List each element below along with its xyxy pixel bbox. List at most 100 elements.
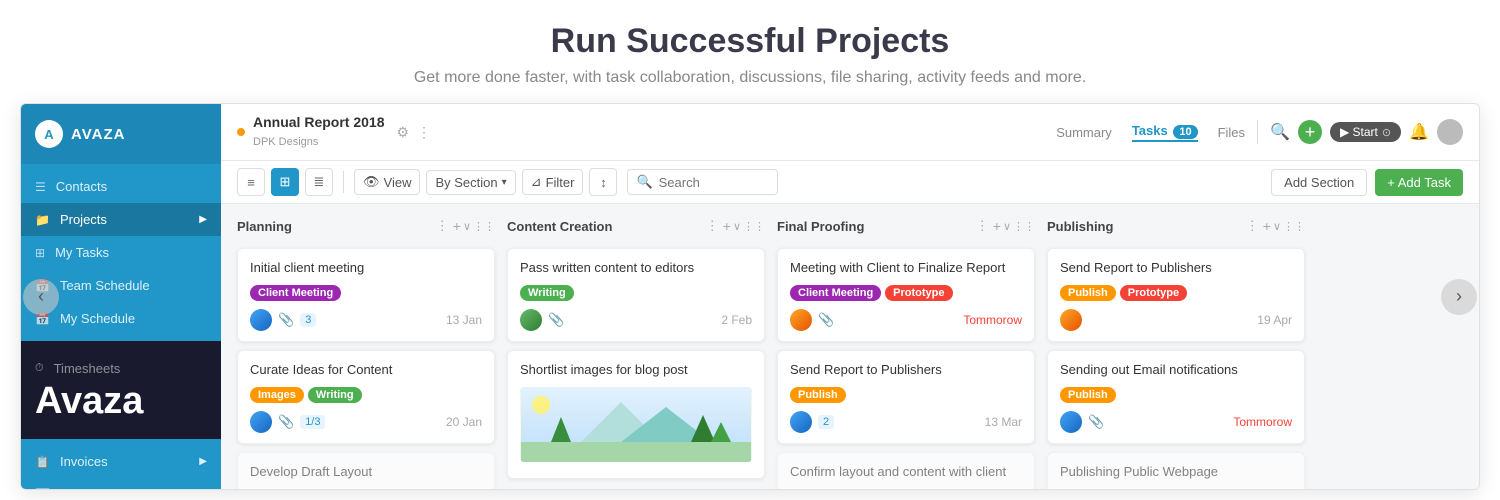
- avatar-1: [250, 309, 272, 331]
- view-btn-board[interactable]: ⊞: [271, 168, 299, 196]
- settings-icon[interactable]: ⚙: [396, 124, 409, 141]
- add-task-button[interactable]: + Add Task: [1375, 169, 1463, 196]
- avatar-10: [1060, 411, 1082, 433]
- sidebar-item-mytasks[interactable]: ⊞ My Tasks: [21, 236, 221, 269]
- card-shortlist-images[interactable]: Shortlist images for blog post: [507, 350, 765, 479]
- search-bar[interactable]: 🔍: [627, 169, 777, 195]
- column-add-publishing-icon[interactable]: +: [1263, 218, 1271, 234]
- column-content-creation: Content Creation ⋮ + ∨ ⋮⋮ Pass written c…: [507, 216, 765, 477]
- column-menu-proofing-icon[interactable]: ⋮: [976, 218, 989, 234]
- sidebar-label-timesheets: Timesheets: [54, 361, 121, 376]
- card-initial-meeting[interactable]: Initial client meeting Client Meeting 📎 …: [237, 248, 495, 342]
- nav-arrow-left[interactable]: ‹: [23, 279, 59, 315]
- toolbar: ≡ ⊞ ≣ 👁 View By Section ▾ ⊿ Filter ↕ 🔍: [221, 161, 1479, 204]
- column-expand-proofing-icon[interactable]: ∨: [1003, 220, 1011, 233]
- card-date-10: Tommorow: [1233, 415, 1292, 429]
- hero-section: Run Successful Projects Get more done fa…: [0, 0, 1500, 103]
- nav-arrow-right[interactable]: ›: [1441, 279, 1477, 315]
- card-confirm-layout[interactable]: Confirm layout and content with client: [777, 452, 1035, 489]
- view-selector[interactable]: 👁 View: [354, 169, 420, 195]
- view-label: View: [384, 175, 412, 190]
- card-send-report-publishing[interactable]: Send Report to Publishers Publish Protot…: [1047, 248, 1305, 342]
- column-grip-publishing-icon[interactable]: ⋮⋮: [1283, 220, 1305, 233]
- tag-writing-4: Writing: [520, 285, 574, 301]
- timesheets-icon: ⏱: [35, 362, 44, 375]
- sidebar-item-projects[interactable]: 📁 Projects ▶: [21, 203, 221, 236]
- reports-icon: 📊: [35, 488, 50, 491]
- card-send-report-proofing[interactable]: Send Report to Publishers Publish 2 13 M…: [777, 350, 1035, 444]
- sidebar-label-projects: Projects: [60, 212, 107, 227]
- tag-publish-7: Publish: [790, 387, 846, 403]
- tab-tasks[interactable]: Tasks 10: [1132, 123, 1198, 142]
- search-bar-icon: 🔍: [636, 174, 652, 190]
- more-icon[interactable]: ⋮: [417, 124, 431, 141]
- count-badge-7: 2: [818, 415, 834, 429]
- card-curate-ideas[interactable]: Curate Ideas for Content Images Writing …: [237, 350, 495, 444]
- column-grip-proofing-icon[interactable]: ⋮⋮: [1013, 220, 1035, 233]
- hero-title: Run Successful Projects: [20, 22, 1480, 61]
- project-client: DPK Designs: [253, 136, 318, 148]
- section-selector[interactable]: By Section ▾: [426, 170, 515, 195]
- sidebar-item-timesheets[interactable]: ⏱ Timesheets: [35, 357, 207, 380]
- user-avatar[interactable]: [1437, 119, 1463, 145]
- card-tags-2: Images Writing: [250, 387, 482, 403]
- sidebar-brand-overlay: ⏱ Timesheets Avaza: [21, 341, 221, 439]
- invoices-icon: 📋: [35, 455, 50, 469]
- chevron-down-icon: ▾: [502, 177, 507, 188]
- view-btn-timeline[interactable]: ≣: [305, 168, 333, 196]
- column-expand-planning-icon[interactable]: ∨: [463, 220, 471, 233]
- add-button[interactable]: +: [1298, 120, 1322, 144]
- column-add-content-icon[interactable]: +: [723, 218, 731, 234]
- column-menu-content-icon[interactable]: ⋮: [706, 218, 719, 234]
- count-badge-2: 1/3: [300, 415, 325, 429]
- column-planning: Planning ⋮ + ∨ ⋮⋮ Initial client meeting…: [237, 216, 495, 477]
- card-tags-1: Client Meeting: [250, 285, 482, 301]
- start-button[interactable]: ▶ Start ⊙: [1330, 122, 1401, 142]
- column-menu-planning-icon[interactable]: ⋮: [436, 218, 449, 234]
- card-title-1: Initial client meeting: [250, 259, 482, 277]
- filter-btn[interactable]: ⊿ Filter: [522, 169, 584, 195]
- card-title-10: Sending out Email notifications: [1060, 361, 1292, 379]
- view-btn-list[interactable]: ≡: [237, 168, 265, 196]
- column-grip-content-icon[interactable]: ⋮⋮: [743, 220, 765, 233]
- card-draft-layout[interactable]: Develop Draft Layout: [237, 452, 495, 489]
- header-divider: [1257, 120, 1258, 144]
- column-grip-planning-icon[interactable]: ⋮⋮: [473, 220, 495, 233]
- card-client-meeting-finalize[interactable]: Meeting with Client to Finalize Report C…: [777, 248, 1035, 342]
- project-tabs: Summary Tasks 10 Files: [1056, 123, 1245, 142]
- tab-summary[interactable]: Summary: [1056, 125, 1112, 140]
- search-icon[interactable]: 🔍: [1270, 122, 1290, 142]
- sidebar-item-contacts[interactable]: ☰ Contacts: [21, 170, 221, 203]
- card-tags-4: Writing: [520, 285, 752, 301]
- mytasks-icon: ⊞: [35, 246, 45, 260]
- sidebar-item-reports[interactable]: 📊 Reports: [21, 478, 221, 490]
- tag-publish-10: Publish: [1060, 387, 1116, 403]
- notification-icon[interactable]: 🔔: [1409, 122, 1429, 142]
- card-date-1: 13 Jan: [446, 313, 482, 327]
- card-public-webpage[interactable]: Publishing Public Webpage: [1047, 452, 1305, 489]
- column-add-proofing-icon[interactable]: +: [993, 218, 1001, 234]
- avatar-6: [790, 309, 812, 331]
- sidebar-label-myschedule: My Schedule: [60, 311, 135, 326]
- column-menu-publishing-icon[interactable]: ⋮: [1246, 218, 1259, 234]
- hero-subtitle: Get more done faster, with task collabor…: [20, 69, 1480, 87]
- tag-client-meeting-1: Client Meeting: [250, 285, 341, 301]
- card-date-4: 2 Feb: [721, 313, 752, 327]
- projects-icon: 📁: [35, 213, 50, 227]
- card-pass-content[interactable]: Pass written content to editors Writing …: [507, 248, 765, 342]
- column-title-content: Content Creation: [507, 219, 706, 234]
- card-footer-9: 19 Apr: [1060, 309, 1292, 331]
- project-status-dot: [237, 128, 245, 136]
- card-tags-10: Publish: [1060, 387, 1292, 403]
- sort-btn[interactable]: ↕: [589, 168, 617, 196]
- card-date-2: 20 Jan: [446, 415, 482, 429]
- column-expand-content-icon[interactable]: ∨: [733, 220, 741, 233]
- card-email-notifications[interactable]: Sending out Email notifications Publish …: [1047, 350, 1305, 444]
- search-input[interactable]: [659, 175, 769, 190]
- column-expand-publishing-icon[interactable]: ∨: [1273, 220, 1281, 233]
- add-section-button[interactable]: Add Section: [1271, 169, 1367, 196]
- column-add-planning-icon[interactable]: +: [453, 218, 461, 234]
- project-name: Annual Report 2018: [253, 114, 384, 130]
- tab-files[interactable]: Files: [1218, 125, 1245, 140]
- sidebar-item-invoices[interactable]: 📋 Invoices ▶: [21, 445, 221, 478]
